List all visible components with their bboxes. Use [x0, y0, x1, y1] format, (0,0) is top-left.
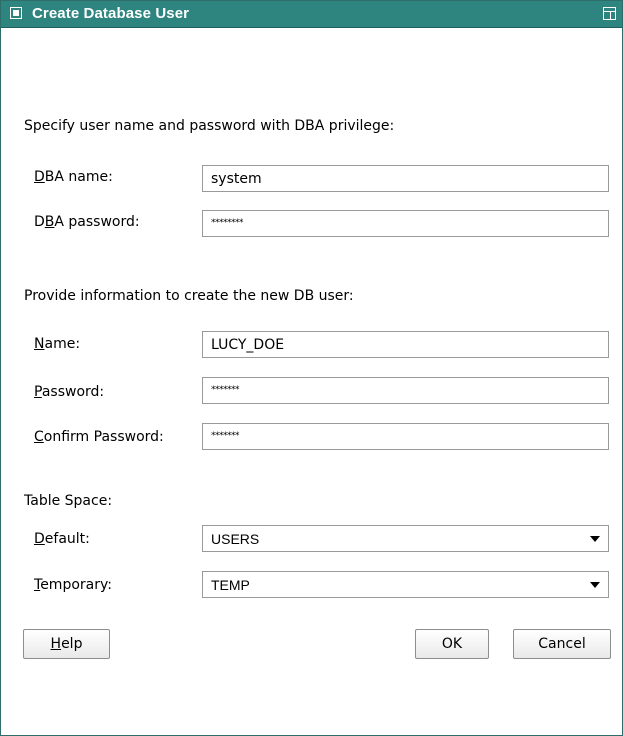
dba-section-heading: Specify user name and password with DBA …: [24, 118, 395, 134]
tablespace-heading: Table Space:: [24, 493, 113, 509]
dialog-title: Create Database User: [32, 5, 190, 22]
title-bar[interactable]: Create Database User: [1, 1, 622, 28]
confirm-password-label: Confirm Password:: [34, 429, 164, 445]
default-tablespace-select[interactable]: USERS: [202, 525, 609, 552]
ok-button[interactable]: OK: [415, 629, 489, 659]
temporary-tablespace-label: Temporary:: [34, 577, 112, 593]
user-password-label: Password:: [34, 384, 105, 400]
help-button[interactable]: Help: [23, 629, 110, 659]
default-tablespace-label: Default:: [34, 531, 90, 547]
dba-password-input[interactable]: ********: [202, 210, 609, 237]
new-user-section-heading: Provide information to create the new DB…: [24, 288, 354, 304]
user-name-label: Name:: [34, 336, 81, 352]
user-name-input[interactable]: LUCY_DOE: [202, 331, 609, 358]
confirm-password-input[interactable]: *******: [202, 423, 609, 450]
user-password-input[interactable]: *******: [202, 377, 609, 404]
cancel-button[interactable]: Cancel: [513, 629, 611, 659]
window-menu-icon[interactable]: [10, 7, 22, 19]
chevron-down-icon: [590, 536, 600, 542]
dialog-window: Create Database User Specify user name a…: [0, 0, 623, 736]
temporary-tablespace-select[interactable]: TEMP: [202, 571, 609, 598]
dba-name-input[interactable]: system: [202, 165, 609, 192]
maximize-icon[interactable]: [603, 7, 616, 20]
dba-password-label: DBA password:: [34, 214, 140, 230]
dba-name-label: DBA name:: [34, 169, 113, 185]
chevron-down-icon: [590, 582, 600, 588]
